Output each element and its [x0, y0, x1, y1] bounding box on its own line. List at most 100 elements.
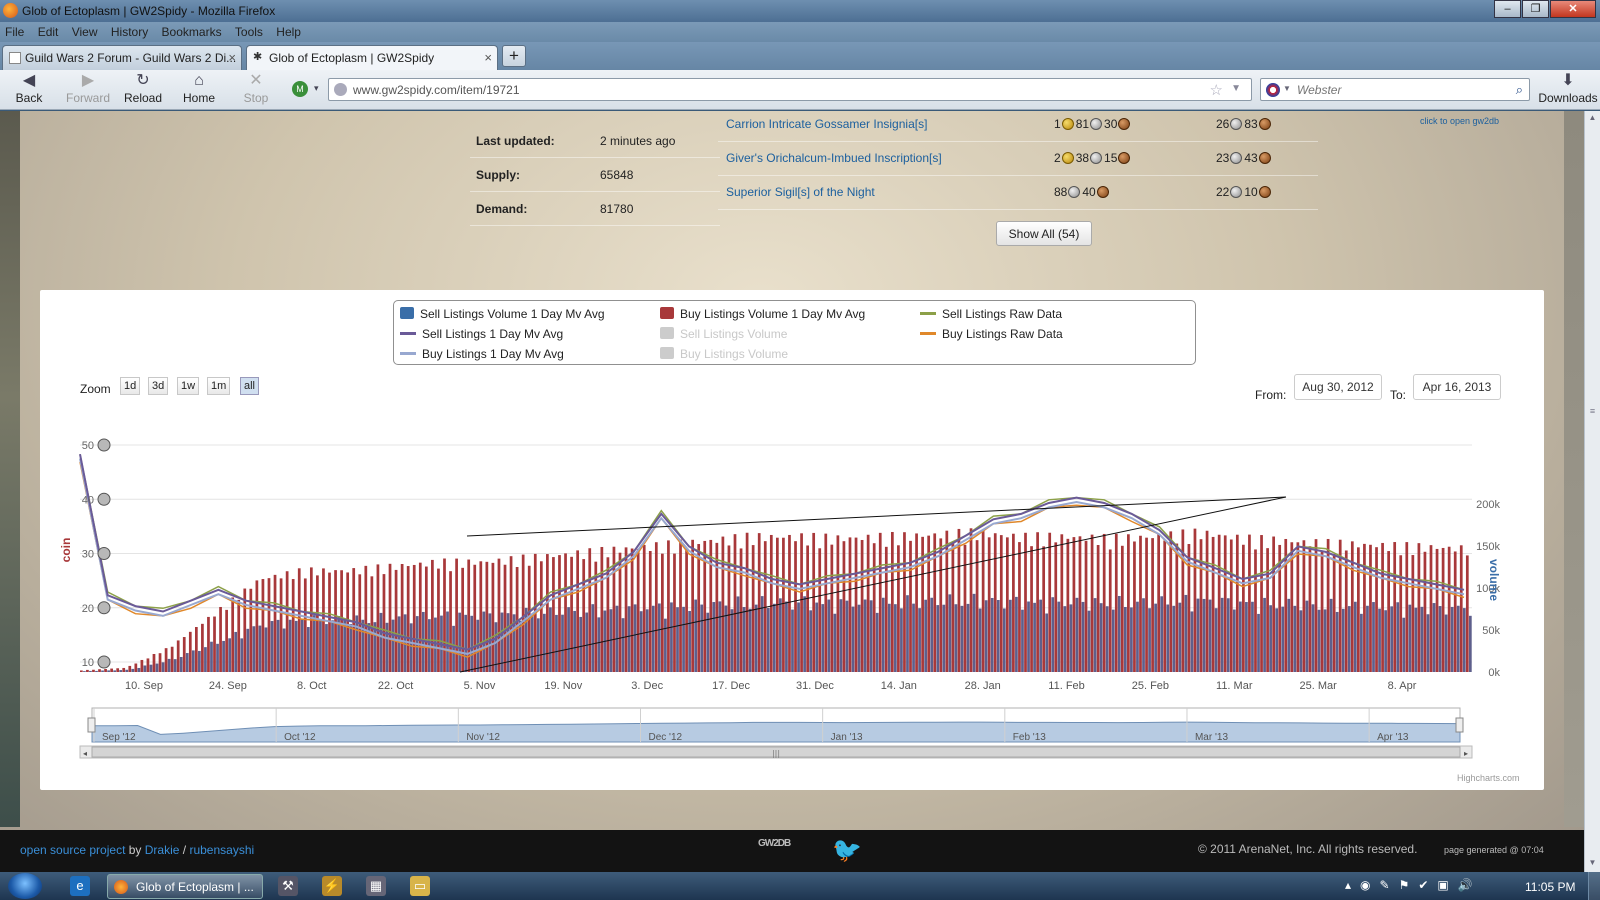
page-scrollbar[interactable]: ▲ ≡ ▼ [1584, 111, 1600, 872]
taskbar-item-firefox[interactable]: Glob of Ectoplasm | ... [107, 874, 263, 899]
legend-item-sell-volume-avg[interactable]: Sell Listings Volume 1 Day Mv Avg [400, 307, 605, 321]
back-button[interactable]: ◀ Back [4, 71, 54, 109]
legend-item-sell-avg[interactable]: Sell Listings 1 Day Mv Avg [400, 327, 563, 341]
gw2db-link[interactable]: click to open gw2db [1420, 116, 1499, 126]
buy-volume-bar [1090, 534, 1094, 672]
author-link-drakie[interactable]: Drakie [145, 843, 180, 857]
addon-dropdown-icon[interactable]: ▾ [314, 83, 319, 94]
info-row-last-updated: Last updated: 2 minutes ago [470, 124, 720, 158]
show-all-button[interactable]: Show All (54) [996, 221, 1092, 246]
forward-button[interactable]: ▶ Forward [60, 71, 116, 109]
addon-icon[interactable]: M [292, 81, 308, 97]
menu-history[interactable]: History [106, 22, 153, 39]
scrollbar-grip-icon[interactable]: ||| [772, 749, 780, 758]
tab-glob-of-ectoplasm[interactable]: ✱ Glob of Ectoplasm | GW2Spidy × [246, 45, 498, 70]
new-tab-button[interactable]: + [502, 45, 526, 67]
maximize-icon[interactable]: ❐ [1522, 0, 1549, 18]
url-dropdown-icon[interactable]: ▼ [1231, 83, 1241, 94]
calculator-icon[interactable]: ▦ [366, 876, 386, 896]
scroll-up-icon[interactable]: ▲ [1587, 113, 1598, 125]
buy-volume-bar [721, 536, 725, 672]
tab-close-icon[interactable]: × [228, 50, 236, 65]
info-row-supply: Supply: 65848 [470, 158, 720, 192]
close-icon[interactable]: ✕ [1550, 0, 1596, 18]
legend-item-sell-raw[interactable]: Sell Listings Raw Data [920, 307, 1062, 321]
highcharts-credit[interactable]: Highcharts.com [1457, 773, 1520, 783]
sell-volume-bar [597, 617, 601, 672]
downloads-button[interactable]: ⬇ Downloads [1536, 71, 1600, 109]
recipe-link[interactable]: Superior Sigil[s] of the Night [726, 185, 875, 199]
search-engine-dropdown-icon[interactable]: ▼ [1283, 84, 1291, 93]
menu-help[interactable]: Help [271, 22, 306, 39]
sell-volume-bar [1232, 609, 1236, 672]
recipe-link[interactable]: Carrion Intricate Gossamer Insignia[s] [726, 117, 927, 131]
tab-close-icon[interactable]: × [484, 50, 492, 65]
menu-tools[interactable]: Tools [230, 22, 268, 39]
sell-volume-bar [1087, 610, 1091, 672]
scroll-down-icon[interactable]: ▼ [1587, 858, 1598, 870]
bookmark-star-icon[interactable]: ☆ [1210, 81, 1223, 99]
minimize-icon[interactable]: – [1494, 0, 1521, 18]
app-icon[interactable]: ⚡ [322, 876, 342, 896]
tab-guild-wars-forum[interactable]: Guild Wars 2 Forum - Guild Wars 2 Di... … [2, 45, 242, 70]
address-bar[interactable]: ☆ ▼ [328, 78, 1252, 101]
recipe-link[interactable]: Giver's Orichalcum-Imbued Inscription[s] [726, 151, 942, 165]
network-icon[interactable]: ▣ [1437, 878, 1448, 892]
sell-volume-bar [1384, 610, 1387, 672]
sell-volume-bar [1396, 602, 1400, 672]
author-link-rubensayshi[interactable]: rubensayshi [189, 843, 254, 857]
buy-volume-bar [291, 579, 295, 672]
buy-volume-bar [140, 659, 144, 672]
menu-edit[interactable]: Edit [33, 22, 64, 39]
buy-volume-bar [1217, 534, 1221, 672]
buy-volume-bar [455, 558, 458, 672]
y-axis-title-volume: volume [1487, 559, 1501, 601]
ie-icon[interactable]: e [70, 876, 90, 896]
legend-item-buy-avg[interactable]: Buy Listings 1 Day Mv Avg [400, 347, 564, 361]
url-input[interactable] [353, 81, 1153, 98]
stop-button[interactable]: ✕ Stop [232, 71, 280, 109]
navigator-handle-right[interactable] [1455, 717, 1464, 733]
scroll-right-icon[interactable]: ▸ [1464, 749, 1468, 758]
sell-volume-bar [924, 599, 928, 672]
buy-volume-bar [1308, 546, 1312, 672]
volume-icon[interactable]: 🔊 [1458, 878, 1473, 892]
buy-volume-bar [818, 548, 822, 672]
search-icon[interactable]: ⌕ [1516, 82, 1523, 98]
reload-button[interactable]: ↻ Reload [118, 71, 168, 109]
sell-volume-bar [536, 618, 540, 672]
search-bar[interactable]: ▼ ⌕ [1260, 78, 1530, 101]
tray-app-icon[interactable]: ✎ [1380, 878, 1390, 892]
legend-item-buy-raw[interactable]: Buy Listings Raw Data [920, 327, 1063, 341]
search-engine-icon[interactable] [1266, 83, 1280, 97]
buy-volume-bar [1139, 535, 1142, 672]
home-button[interactable]: ⌂ Home [174, 71, 224, 109]
buy-volume-bar [1248, 534, 1251, 672]
gold-coin-icon [1061, 118, 1074, 130]
menu-view[interactable]: View [67, 22, 103, 39]
menu-bookmarks[interactable]: Bookmarks [157, 22, 227, 39]
security-icon[interactable]: ✔ [1418, 878, 1428, 892]
tray-app-icon[interactable]: ◉ [1360, 878, 1370, 892]
legend-item-buy-volume[interactable]: Buy Listings Volume [660, 347, 788, 361]
menu-file[interactable]: File [0, 22, 29, 39]
flag-icon[interactable]: ⚑ [1399, 878, 1410, 892]
twitter-bird-icon[interactable]: 🐦 [832, 836, 862, 865]
scroll-left-icon[interactable]: ◂ [83, 749, 87, 758]
scroll-thumb[interactable]: ≡ [1587, 406, 1598, 426]
navigator-handle-left[interactable] [87, 717, 96, 733]
sell-volume-bar [1051, 597, 1055, 672]
sell-volume-bar [1402, 617, 1406, 672]
app-icon[interactable]: ⚒ [278, 876, 298, 896]
show-desktop-button[interactable] [1588, 872, 1600, 900]
legend-item-buy-volume-avg[interactable]: Buy Listings Volume 1 Day Mv Avg [660, 307, 865, 321]
folder-icon[interactable]: ▭ [410, 876, 430, 896]
open-source-link[interactable]: open source project [20, 843, 125, 857]
search-input[interactable] [1297, 81, 1497, 98]
start-button[interactable] [8, 873, 42, 899]
gw2db-logo[interactable]: GW2DB [758, 838, 791, 849]
tray-expand-icon[interactable]: ▴ [1345, 878, 1351, 892]
site-identity-icon[interactable] [334, 83, 347, 96]
sell-volume-bar [361, 619, 365, 672]
legend-item-sell-volume[interactable]: Sell Listings Volume [660, 327, 787, 341]
